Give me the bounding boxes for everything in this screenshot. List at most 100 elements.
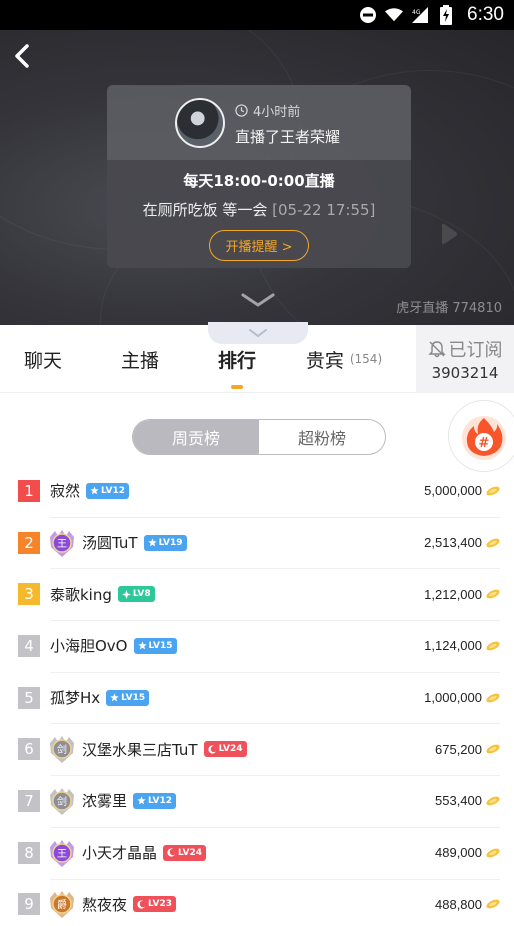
coin-icon [486,693,500,702]
rank-number: 4 [18,634,40,657]
tab-streamer[interactable]: 主播 [86,325,194,393]
rank-row[interactable]: 5 孤梦Hx LV15 1,000,000 [0,671,514,724]
level-text: LV23 [148,899,173,910]
last-game-text: 直播了王者荣耀 [235,128,341,146]
contribution-score: 5,000,000 [424,483,482,499]
badge-medal-icon: 剑 [46,733,78,765]
notice-desc: 在厕所吃饭 等一会 [142,201,273,219]
moon-icon [207,745,216,754]
rank-row[interactable]: 6 剑 汉堡水果三店TuT LV24 675,200 [0,723,514,775]
last-live-time: 4小时前 [235,101,340,120]
medal-text: 爵 [57,898,67,911]
rank-row[interactable]: 9 爵 熬夜夜 LV23 488,800 [0,878,514,926]
rank-number: 5 [18,686,40,709]
coin-icon [486,589,500,599]
tab-label: 贵宾 [305,349,344,372]
level-badge: LV23 [133,896,177,913]
rank-number: 8 [18,841,40,864]
medal-text: 王 [57,539,67,550]
badge-medal-icon: 爵 [46,888,78,920]
rank-row[interactable]: 2 王 汤圆TuT LV19 2,513,400 [0,516,514,569]
level-text: LV19 [158,537,183,548]
contribution-score: 1,212,000 [424,586,482,602]
level-text: LV12 [101,485,126,496]
clock: 6:30 [467,4,504,25]
subscribe-label: 已订阅 [448,340,503,361]
streamer-avatar[interactable] [175,98,225,148]
rank-number: 6 [18,738,40,761]
app-screen: 4G 6:30 4小时前 直播了王者荣耀 每天18:00-0:00直播 在厕所吃… [0,0,514,926]
video-area: 4小时前 直播了王者荣耀 每天18:00-0:00直播 在厕所吃饭 等一会 [0… [0,30,514,325]
medal-text: 剑 [57,743,67,756]
level-text: LV15 [148,640,173,651]
svg-text:4G: 4G [412,9,421,16]
notice-text: 在厕所吃饭 等一会 [05-22 17:55] [107,199,411,220]
level-text: LV24 [218,744,243,755]
rank-number: 2 [18,531,40,554]
coin-icon [486,848,500,857]
user-name: 熬夜夜 [82,895,128,914]
user-name: 汉堡水果三店TuT [82,740,198,759]
subscribe-button[interactable]: 已订阅 3903214 [416,325,514,393]
level-badge: LV19 [143,534,187,551]
chevron-down-icon[interactable] [241,292,275,308]
rank-row[interactable]: 7 剑 浓雾里 LV12 553,400 [0,775,514,827]
level-text: LV24 [178,847,203,858]
tab-chat[interactable]: 聊天 [0,325,86,393]
medal-text: 剑 [57,795,67,808]
coin-icon [486,538,500,547]
play-icon [442,223,457,245]
coin-icon [486,796,500,806]
user-name: 小海胆OvO [50,637,128,656]
weekly-rank-option[interactable]: 周贡榜 [133,420,259,454]
level-text: LV8 [132,589,151,600]
schedule-text: 每天18:00-0:00直播 [183,172,335,190]
coin-icon [486,641,500,651]
moon-icon [167,848,176,857]
rank-row[interactable]: 1 寂然 LV12 5,000,000 [0,465,514,517]
bell-icon [427,341,446,358]
contribution-score: 675,200 [435,741,482,757]
live-reminder-button[interactable]: 开播提醒 > [209,230,309,261]
back-button[interactable] [10,42,36,72]
back-arrow-icon [15,44,29,68]
coin-icon [486,900,500,909]
battery-charging-icon [437,5,455,25]
rank-row[interactable]: 8 王 小天才晶晶 LV24 489,000 [0,826,514,879]
subscribe-state: 已订阅 [427,336,503,362]
contribution-score: 2,513,400 [424,535,482,551]
cell-signal-icon: 4G [411,6,429,24]
wifi-icon [385,6,404,24]
star-icon [137,641,147,650]
rank-row[interactable]: 4 小海胆OvO LV15 1,124,000 [0,620,514,672]
rank-number: 1 [18,479,40,502]
level-badge: LV8 [117,586,155,603]
level-badge: LV12 [133,792,177,809]
notice-timestamp: [05-22 17:55] [272,201,376,219]
user-name: 泰歌king [50,585,112,604]
card-body: 每天18:00-0:00直播 在厕所吃饭 等一会 [05-22 17:55] 开… [107,160,411,268]
time-ago-text: 4小时前 [253,105,301,120]
badge-medal-icon: 剑 [46,785,78,817]
rank-number: 9 [18,893,40,916]
badge-medal-icon: 王 [46,527,78,559]
contribution-score: 1,000,000 [424,690,482,706]
watermark: 虎牙直播 774810 [396,301,502,316]
collapse-handle[interactable] [208,322,308,344]
coin-icon [486,744,500,754]
star-icon [110,693,119,702]
level-badge: LV12 [86,482,130,499]
level-text: LV15 [121,692,146,703]
last-live-info: 4小时前 直播了王者荣耀 [235,101,340,147]
clock-icon [235,104,248,117]
tab-label: 聊天 [23,349,62,372]
rank-row[interactable]: 3 泰歌king LV8 1,212,000 [0,568,514,620]
super-fan-rank-option[interactable]: 超粉榜 [259,420,385,454]
contribution-score: 489,000 [435,845,482,861]
offline-live-card: 4小时前 直播了王者荣耀 每天18:00-0:00直播 在厕所吃饭 等一会 [0… [107,85,411,268]
level-badge: LV15 [133,637,177,654]
sparkle-icon [121,589,131,599]
do-not-disturb-icon [359,6,377,24]
hot-topic-button[interactable]: # [448,400,514,472]
user-name: 孤梦Hx [50,689,101,708]
